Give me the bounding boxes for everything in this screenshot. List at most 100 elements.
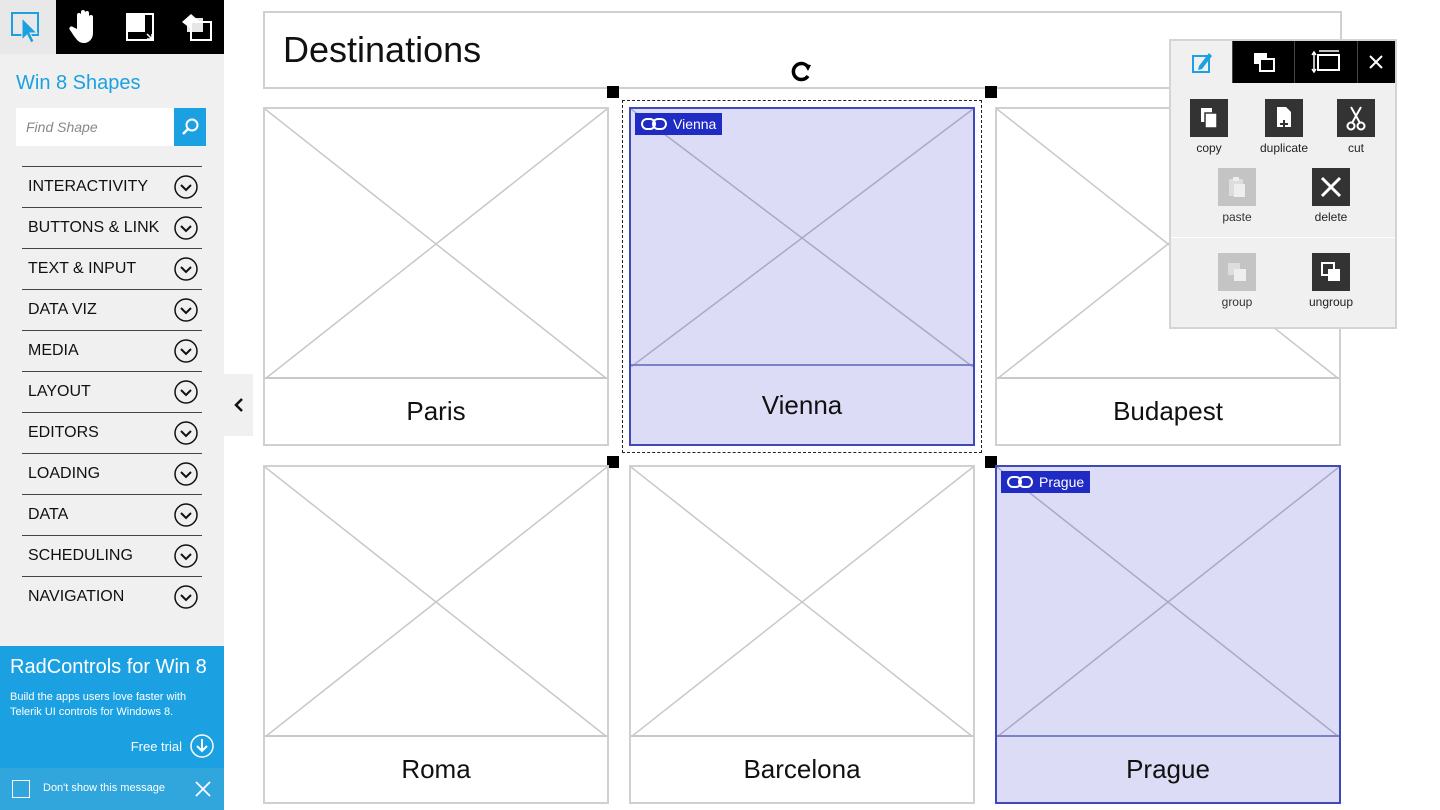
category-layout[interactable]: LAYOUT: [22, 371, 202, 412]
pointer-tool-button[interactable]: [0, 0, 56, 54]
rotate-handle[interactable]: [790, 60, 814, 87]
category-data-viz[interactable]: DATA VIZ: [22, 289, 202, 330]
tab-size[interactable]: [1295, 41, 1358, 83]
paste-icon: [1218, 168, 1256, 206]
category-label: MEDIA: [28, 342, 79, 359]
paste-button[interactable]: paste: [1197, 168, 1277, 224]
collapse-sidebar-button[interactable]: [224, 374, 253, 436]
panel-divider: [1171, 237, 1395, 238]
resize-icon: [126, 13, 154, 41]
link-badge-label: Prague: [1039, 474, 1085, 490]
free-trial-label: Free trial: [130, 738, 182, 754]
search-icon: [182, 118, 199, 135]
image-card[interactable]: Paris: [263, 107, 609, 446]
ungroup-button[interactable]: ungroup: [1291, 253, 1371, 309]
link-badge-label: Vienna: [673, 116, 717, 132]
link-badge[interactable]: Prague: [1001, 471, 1091, 493]
panel-tabs: [1171, 41, 1395, 83]
category-buttons-link[interactable]: BUTTONS & LINK: [22, 207, 202, 248]
cut-button[interactable]: cut: [1316, 99, 1396, 155]
copy-button[interactable]: copy: [1169, 99, 1249, 155]
tab-edit[interactable]: [1171, 41, 1234, 83]
category-label: NAVIGATION: [28, 588, 125, 605]
category-interactivity[interactable]: INTERACTIVITY: [22, 166, 202, 207]
category-label: LAYOUT: [28, 383, 91, 400]
image-placeholder: [631, 109, 973, 367]
group-button[interactable]: group: [1197, 253, 1277, 309]
link-icon: [641, 118, 667, 130]
pointer-icon: [11, 12, 39, 44]
ungroup-icon: [1312, 253, 1350, 291]
image-placeholder: [631, 467, 973, 737]
chevron-down-icon: [174, 216, 198, 240]
chevron-down-icon: [174, 380, 198, 404]
sidebar: Win 8 Shapes INTERACTIVITY BUTTONS & LIN…: [0, 0, 224, 810]
category-data[interactable]: DATA: [22, 494, 202, 535]
duplicate-button[interactable]: duplicate: [1244, 99, 1324, 155]
image-placeholder: [265, 109, 607, 379]
card-label: Paris: [265, 377, 607, 444]
category-media[interactable]: MEDIA: [22, 330, 202, 371]
dont-show-checkbox[interactable]: [12, 780, 30, 798]
category-label: DATA VIZ: [28, 301, 97, 318]
search-input[interactable]: [16, 108, 174, 146]
size-icon: [1311, 50, 1340, 74]
layers-icon: [182, 14, 212, 41]
chevron-down-icon: [174, 339, 198, 363]
chevron-down-icon: [174, 503, 198, 527]
category-label: EDITORS: [28, 424, 99, 441]
promo-footer: Don't show this message: [0, 768, 224, 810]
image-card-selected[interactable]: Vienna Vienna: [629, 107, 975, 446]
paste-label: paste: [1222, 210, 1252, 224]
close-icon[interactable]: [194, 780, 212, 798]
image-card-linked[interactable]: Prague Prague: [995, 465, 1341, 804]
card-label: Vienna: [631, 364, 973, 444]
image-card[interactable]: Roma: [263, 465, 609, 804]
resize-handle[interactable]: [985, 86, 997, 98]
category-loading[interactable]: LOADING: [22, 453, 202, 494]
free-trial-link[interactable]: Free trial: [131, 734, 214, 758]
category-scheduling[interactable]: SCHEDULING: [22, 535, 202, 576]
promo-text: Build the apps users love faster with Te…: [10, 691, 187, 718]
duplicate-icon: [1265, 99, 1303, 137]
category-text-input[interactable]: TEXT & INPUT: [22, 248, 202, 289]
tab-arrange[interactable]: [1233, 41, 1296, 83]
category-label: SCHEDULING: [28, 547, 133, 564]
close-icon: [1369, 55, 1383, 69]
chevron-down-icon: [174, 257, 198, 281]
search-button[interactable]: [174, 108, 206, 146]
copy-label: copy: [1196, 141, 1222, 155]
chevron-down-icon: [174, 585, 198, 609]
image-card[interactable]: Barcelona: [629, 465, 975, 804]
link-badge[interactable]: Vienna: [635, 113, 723, 135]
card-label: Barcelona: [631, 735, 973, 802]
resize-tool-button[interactable]: [112, 0, 168, 54]
chevron-down-icon: [174, 175, 198, 199]
ungroup-label: ungroup: [1308, 295, 1354, 309]
category-list: INTERACTIVITY BUTTONS & LINK TEXT & INPU…: [22, 166, 202, 617]
chevron-left-icon: [234, 398, 243, 412]
scissors-icon: [1337, 99, 1375, 137]
chevron-down-icon: [174, 544, 198, 568]
hand-icon: [69, 10, 93, 43]
pan-tool-button[interactable]: [56, 0, 112, 54]
close-panel-button[interactable]: [1357, 41, 1395, 83]
category-label: LOADING: [28, 465, 101, 482]
image-placeholder: [265, 467, 607, 737]
resize-handle[interactable]: [607, 86, 619, 98]
chevron-down-icon: [174, 421, 198, 445]
edit-icon: [1191, 53, 1212, 73]
card-label: Prague: [997, 735, 1339, 802]
category-label: TEXT & INPUT: [28, 260, 137, 277]
group-label: group: [1221, 295, 1253, 309]
context-panel: copy duplicate cut paste delete group un…: [1169, 39, 1397, 329]
arrange-icon: [1253, 53, 1275, 72]
delete-button[interactable]: delete: [1291, 168, 1371, 224]
category-label: DATA: [28, 506, 69, 523]
category-editors[interactable]: EDITORS: [22, 412, 202, 453]
dont-show-label: Don't show this message: [43, 782, 165, 794]
category-navigation[interactable]: NAVIGATION: [22, 576, 202, 617]
card-label: Roma: [265, 735, 607, 802]
arrange-tool-button[interactable]: [168, 0, 224, 54]
library-title: Win 8 Shapes: [16, 72, 141, 94]
